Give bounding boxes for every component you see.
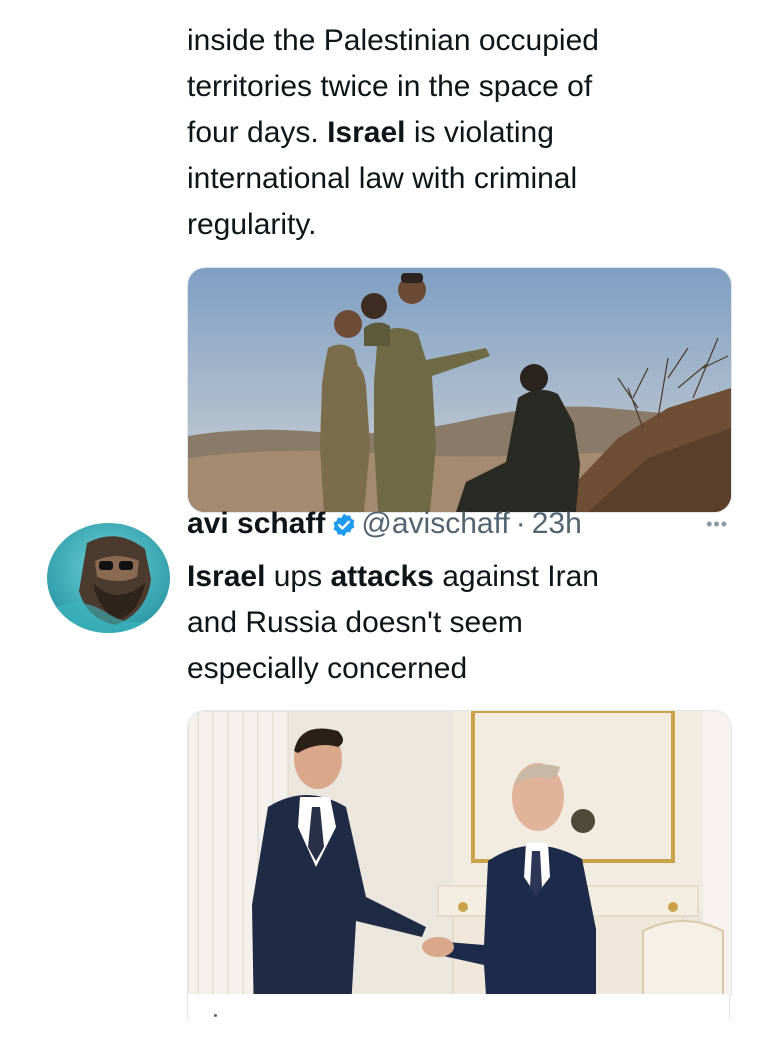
separator-dot: · (515, 507, 526, 540)
highlight-keyword: attacks (330, 560, 434, 593)
tweet-text-line: inside the Palestinian occupied (187, 24, 599, 57)
card-dot (214, 1014, 217, 1017)
tweet-text-line: four days. Israel is violating (187, 110, 727, 156)
tweet-text: Israel ups attacks against Iran and Russ… (187, 554, 727, 692)
soldiers-photo (188, 268, 731, 512)
verified-badge-icon (331, 512, 357, 538)
tweet-header: avi schaff @avischaff · 23h ••• (187, 504, 732, 544)
tweet-text-line: especially concerned (187, 652, 468, 685)
tweet-text-line: regularity. (187, 208, 317, 241)
handshake-photo (188, 711, 731, 995)
more-options-icon[interactable]: ••• (706, 514, 728, 535)
avatar-photo (47, 523, 170, 633)
tweet-media-image[interactable] (187, 710, 732, 996)
author-handle[interactable]: @avischaff (361, 507, 509, 540)
link-card-footer[interactable] (187, 994, 730, 1020)
text-segment: is violating (405, 116, 554, 149)
tweet-media-image[interactable] (187, 267, 732, 513)
tweet-text-line: Israel ups attacks against Iran (187, 554, 727, 600)
text-segment: against Iran (433, 560, 599, 593)
highlight-keyword: Israel (327, 116, 406, 149)
tweet-text-line: international law with criminal (187, 162, 578, 195)
tweet-timestamp[interactable]: 23h (532, 507, 582, 540)
text-segment: ups (265, 560, 331, 593)
tweet-text-line: territories twice in the space of (187, 70, 593, 103)
tweet-text-line: and Russia doesn't seem (187, 606, 523, 639)
highlight-keyword: Israel (187, 560, 266, 593)
text-segment: four days. (187, 116, 328, 149)
avatar[interactable] (47, 523, 170, 633)
tweet-text: inside the Palestinian occupied territor… (187, 18, 727, 248)
author-name[interactable]: avi schaff (187, 507, 325, 540)
